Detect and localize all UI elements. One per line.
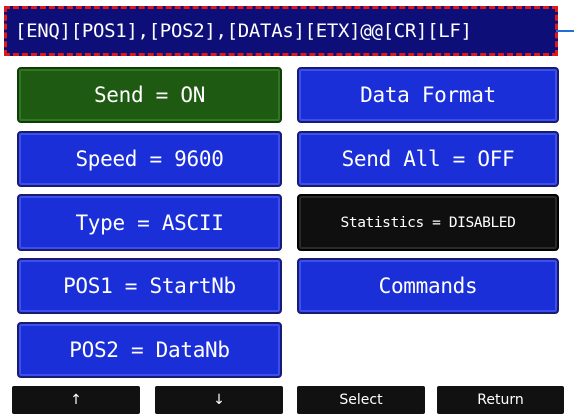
up-button[interactable]: ↑ bbox=[12, 386, 140, 414]
statistics-button[interactable]: Statistics = DISABLED bbox=[297, 194, 559, 251]
frame-format-text: [ENQ][POS1],[POS2],[DATAs][ETX]@@[CR][LF… bbox=[15, 20, 472, 42]
arrow-up-icon: ↑ bbox=[70, 392, 82, 408]
speed-button[interactable]: Speed = 9600 bbox=[17, 131, 282, 187]
arrow-down-icon: ↓ bbox=[213, 392, 225, 408]
down-button[interactable]: ↓ bbox=[155, 386, 283, 414]
select-button[interactable]: Select bbox=[297, 386, 425, 414]
data-format-button[interactable]: Data Format bbox=[297, 67, 559, 123]
return-button[interactable]: Return bbox=[437, 386, 564, 414]
frame-format-header: [ENQ][POS1],[POS2],[DATAs][ETX]@@[CR][LF… bbox=[4, 6, 558, 56]
type-button[interactable]: Type = ASCII bbox=[17, 194, 282, 251]
pos1-button[interactable]: POS1 = StartNb bbox=[17, 258, 282, 314]
select-label: Select bbox=[339, 392, 383, 408]
send-all-button[interactable]: Send All = OFF bbox=[297, 131, 559, 187]
send-button[interactable]: Send = ON bbox=[17, 67, 282, 123]
commands-button[interactable]: Commands bbox=[297, 258, 559, 314]
return-label: Return bbox=[477, 392, 524, 408]
callout-line bbox=[556, 30, 574, 32]
pos2-button[interactable]: POS2 = DataNb bbox=[17, 322, 282, 378]
